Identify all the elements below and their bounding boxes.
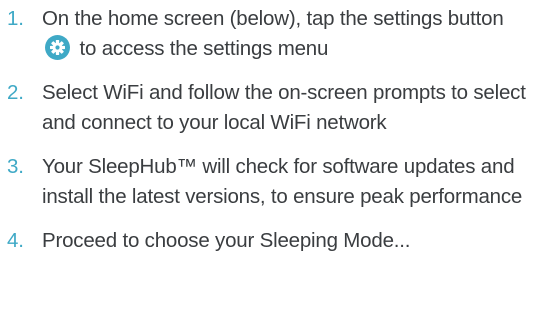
step-text-after-icon: to access the settings menu	[79, 37, 329, 60]
instruction-steps: 1. On the home screen (below), tap the s…	[0, 4, 534, 256]
step-2: 2. Select WiFi and follow the on-screen …	[0, 78, 534, 138]
step-text: Your SleepHub™ will check for software u…	[42, 155, 523, 208]
step-text: Select WiFi and follow the on-screen pro…	[42, 81, 526, 134]
step-text: Proceed to choose your Sleeping Mode...	[42, 229, 411, 252]
step-number: 4.	[7, 229, 24, 252]
step-4: 4. Proceed to choose your Sleeping Mode.…	[0, 226, 534, 256]
step-3: 3. Your SleepHub™ will check for softwar…	[0, 152, 534, 212]
step-1: 1. On the home screen (below), tap the s…	[0, 4, 534, 64]
step-number: 3.	[7, 155, 24, 178]
gear-icon	[45, 35, 70, 60]
step-number: 1.	[7, 7, 24, 30]
step-text-before-icon: On the home screen (below), tap the sett…	[42, 7, 504, 30]
step-number: 2.	[7, 81, 24, 104]
